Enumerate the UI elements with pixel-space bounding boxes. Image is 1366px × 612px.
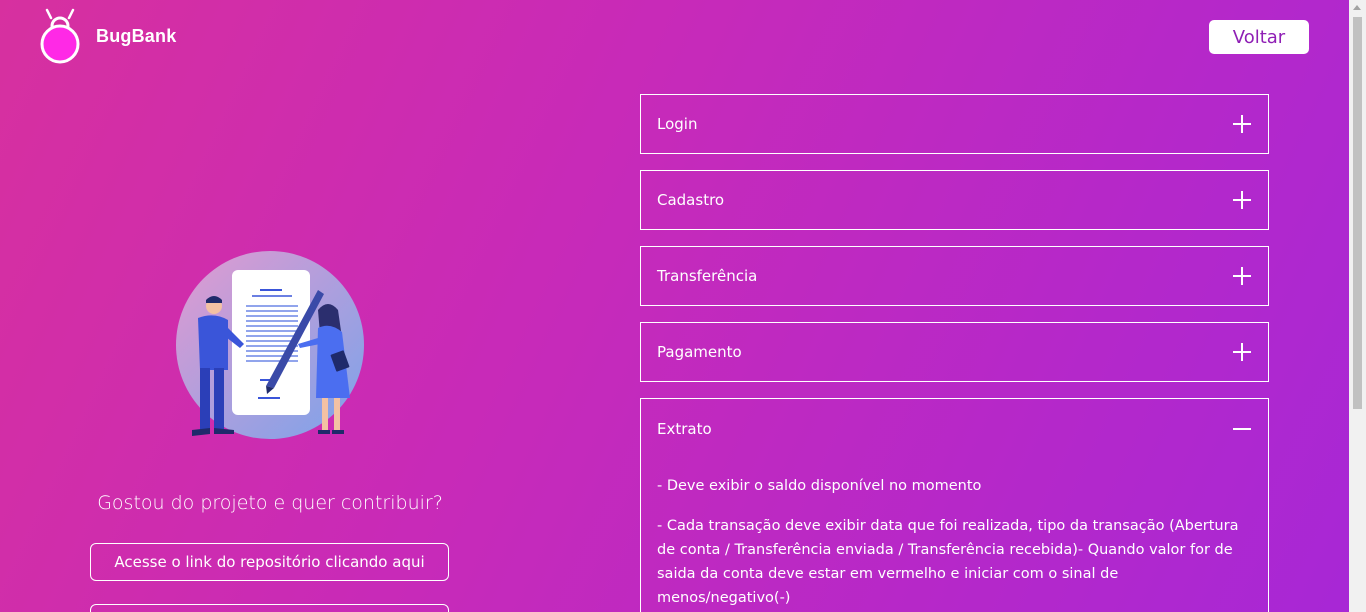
accordion-label: Extrato [657,420,712,438]
accordion-body: - Deve exibir o saldo disponível no mome… [657,474,1252,610]
accordion-label: Login [657,115,698,133]
accordion-item-login[interactable]: Login [640,94,1269,154]
plus-icon[interactable] [1232,266,1252,286]
accordion-label: Transferência [657,267,758,285]
vertical-scrollbar[interactable] [1349,0,1366,612]
accordion-label: Pagamento [657,343,742,361]
scroll-up-icon[interactable] [1353,5,1361,10]
back-button[interactable]: Voltar [1209,20,1309,54]
accordion-item-transferencia[interactable]: Transferência [640,246,1269,306]
requirement-text: - Cada transação deve exibir data que fo… [657,518,1239,606]
brand-name: BugBank [96,25,177,46]
logo[interactable]: BugBank [38,8,176,64]
contrib-title: Gostou do projeto e quer contribuir? [97,492,443,514]
secondary-link-button[interactable] [90,604,449,612]
requirement-text: - Deve exibir o saldo disponível no mome… [657,478,982,494]
scroll-thumb[interactable] [1353,17,1362,409]
plus-icon[interactable] [1232,190,1252,210]
accordion-label: Cadastro [657,191,725,209]
accordion-header-extrato[interactable]: Extrato [657,399,1252,459]
accordion-item-extrato: Extrato - Deve exibir o saldo disponível… [640,398,1269,612]
plus-icon[interactable] [1232,114,1252,134]
bug-logo-icon [38,8,82,64]
repo-link-button[interactable]: Acesse o link do repositório clicando aq… [90,543,449,581]
minus-icon[interactable] [1232,419,1252,439]
contract-illustration [170,248,370,443]
plus-icon[interactable] [1232,342,1252,362]
accordion-item-pagamento[interactable]: Pagamento [640,322,1269,382]
accordion-item-cadastro[interactable]: Cadastro [640,170,1269,230]
requirements-accordion: Login Cadastro Transferência Pagamento E… [640,94,1269,612]
